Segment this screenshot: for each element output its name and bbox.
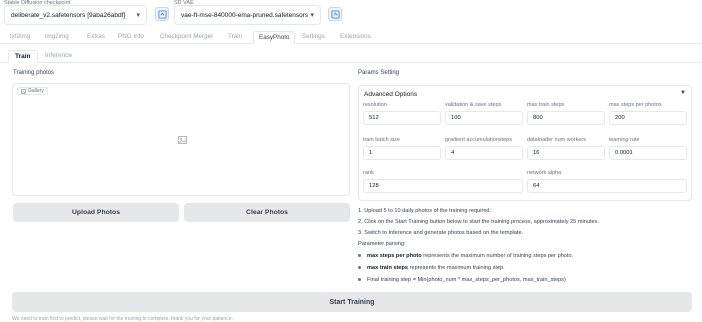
tab-easyphoto[interactable]: EasyPhoto <box>253 31 296 44</box>
photo-gallery[interactable]: Gallery <box>12 83 350 196</box>
tab-img2img[interactable]: img2img <box>45 33 69 40</box>
bullet-dot <box>358 278 361 282</box>
tab-settings[interactable]: Settings <box>302 33 325 40</box>
image-icon <box>21 88 26 94</box>
refresh-checkpoint-button[interactable] <box>155 7 169 21</box>
tab-txt2img[interactable]: txt2img <box>10 33 30 40</box>
parameter-parsing-heading: Parameter parsing: <box>358 241 406 247</box>
bullet-dot <box>358 266 361 270</box>
tab-extras[interactable]: Extras <box>87 33 105 40</box>
main-tab-bar: txt2img img2img Extras PNG Info Checkpoi… <box>0 31 702 44</box>
training-status-text: We need to train first to predict, pleas… <box>12 316 233 322</box>
bullet-max-train-steps: max train steps represents the maximum t… <box>358 265 505 271</box>
rank-label: rank <box>363 170 374 176</box>
instruction-step-1: 1. Upload 5 to 10 daily photos of the tr… <box>358 208 492 214</box>
chevron-down-icon: ▾ <box>136 12 140 19</box>
gallery-tag: Gallery <box>17 87 48 95</box>
advanced-options-toggle[interactable]: Advanced Options <box>364 91 417 98</box>
rank-input[interactable]: 128 <box>363 179 523 193</box>
validation-steps-input[interactable]: 100 <box>445 111 523 125</box>
resolution-label: resolution <box>363 102 387 108</box>
max-train-steps-label: max train steps <box>527 102 565 108</box>
bullet-text: Final training step = Min(photo_num * ma… <box>367 277 566 283</box>
tab-extensions[interactable]: Extensions <box>340 33 371 40</box>
start-training-button[interactable]: Start Training <box>12 292 692 312</box>
bullet-max-steps-per-photo: max steps per photo represents the maxim… <box>358 253 573 259</box>
instruction-step-2: 2. Click on the Start Training button be… <box>358 219 599 225</box>
gradient-accumulation-label: gradient accumulationsteps <box>445 137 512 143</box>
image-placeholder-icon <box>178 136 187 144</box>
upload-photos-button[interactable]: Upload Photos <box>13 203 179 222</box>
dataloader-workers-label: dataloader num workers <box>527 137 587 143</box>
params-setting-label: Params Setting <box>358 70 400 76</box>
gallery-tag-label: Gallery <box>28 87 44 94</box>
clear-photos-button[interactable]: Clear Photos <box>184 203 350 222</box>
max-steps-per-photos-input[interactable]: 200 <box>609 111 687 125</box>
instruction-step-3: 3. Switch to Inference and generate phot… <box>358 230 524 236</box>
resolution-input[interactable]: 512 <box>363 111 441 125</box>
training-photos-label: Training photos <box>13 70 55 76</box>
max-train-steps-input[interactable]: 800 <box>527 111 605 125</box>
tab-checkpoint-merger[interactable]: Checkpoint Merger <box>160 33 213 40</box>
bullet-term: max steps per photo <box>367 253 422 259</box>
gradient-accumulation-input[interactable]: 4 <box>445 146 523 160</box>
learning-rate-label: learning rate <box>609 137 640 143</box>
checkpoint-value: deliberate_v2.safetensors [9aba26abdf] <box>11 11 126 19</box>
bullet-dot <box>358 254 361 258</box>
caret-down-icon[interactable]: ▼ <box>680 90 686 96</box>
bullet-final-training-step: Final training step = Min(photo_num * ma… <box>358 277 566 283</box>
tab-train[interactable]: Train <box>228 33 242 40</box>
learning-rate-input[interactable]: 0.0001 <box>609 146 687 160</box>
refresh-icon <box>157 9 167 19</box>
network-alpha-input[interactable]: 64 <box>527 179 687 193</box>
dataloader-workers-input[interactable]: 16 <box>527 146 605 160</box>
max-steps-per-photos-label: max steps per photos <box>609 102 662 108</box>
bullet-text: represents the maximum number of trainin… <box>421 253 574 259</box>
refresh-vae-button[interactable] <box>328 7 342 21</box>
train-batch-size-label: train batch size <box>363 137 400 143</box>
subtab-inference[interactable]: Inference <box>45 52 72 59</box>
sub-tab-bar: Train Inference <box>0 50 702 63</box>
vae-select[interactable]: vae-ft-mse-840000-ema-pruned.safetensors… <box>174 5 321 25</box>
bullet-text: represents the maximum training step. <box>408 265 505 271</box>
vae-value: vae-ft-mse-840000-ema-pruned.safetensors <box>181 11 309 19</box>
train-batch-size-input[interactable]: 1 <box>363 146 441 160</box>
validation-steps-label: validation & save steps <box>445 102 502 108</box>
subtab-train[interactable]: Train <box>8 50 38 63</box>
bullet-term: max train steps <box>367 265 409 271</box>
checkpoint-select[interactable]: deliberate_v2.safetensors [9aba26abdf] ▾ <box>4 5 147 25</box>
network-alpha-label: network alpha <box>527 170 562 176</box>
tab-png-info[interactable]: PNG Info <box>118 33 144 40</box>
refresh-icon <box>330 9 340 19</box>
chevron-down-icon: ▾ <box>310 12 314 19</box>
